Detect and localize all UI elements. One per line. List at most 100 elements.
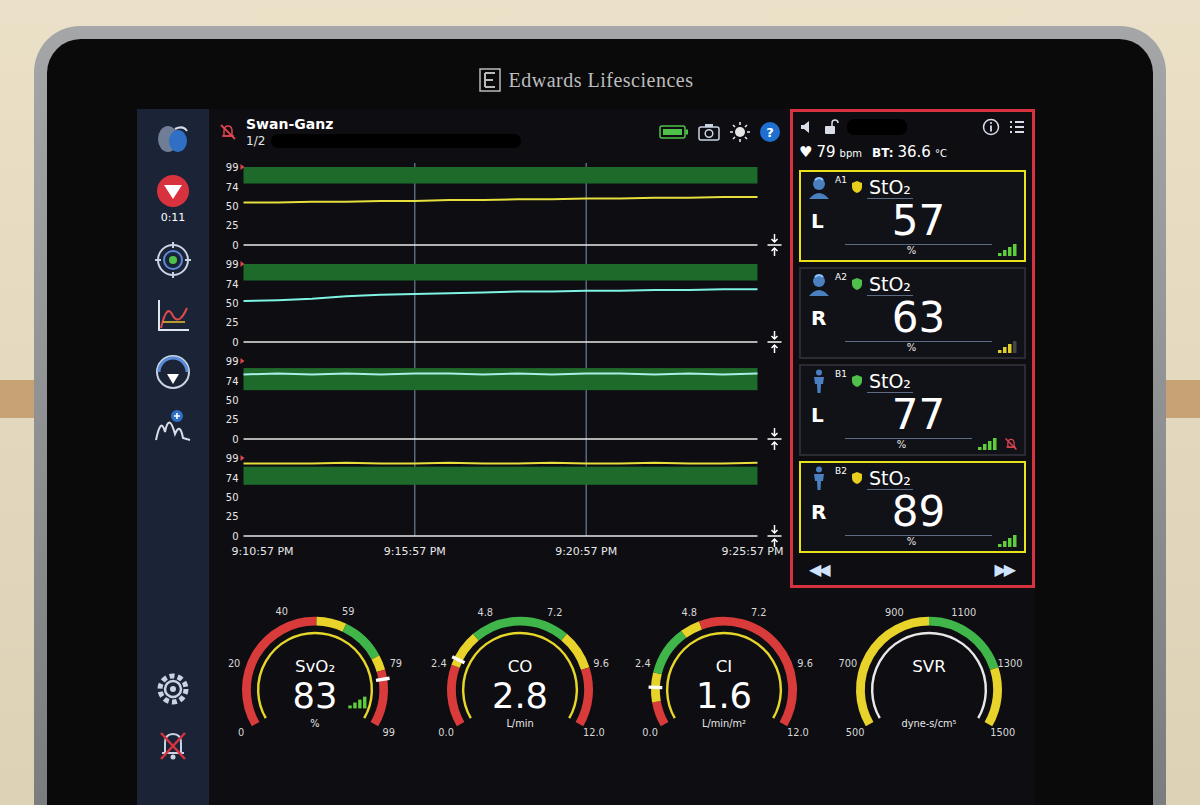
gauge-tick: 2.4 <box>431 659 447 670</box>
gauge-tick: 1100 <box>951 607 976 618</box>
gauge-tick: 7.2 <box>547 607 563 618</box>
signal-quality-icon <box>998 243 1018 257</box>
speaker-icon[interactable] <box>799 119 815 135</box>
help-button[interactable]: ? <box>760 122 780 142</box>
panel-baseline <box>244 244 758 246</box>
gauge-icon[interactable] <box>153 352 193 392</box>
tile-footer: % <box>807 340 1018 354</box>
redacted-text <box>271 134 521 148</box>
brand-logo: Edwards Lifesciences <box>137 39 1035 109</box>
tile-reading: L77 <box>807 393 1018 437</box>
collapse-icon[interactable] <box>768 428 782 450</box>
vitals-row: ♥79bpmBT:36.6°C <box>799 143 1026 165</box>
unlock-icon[interactable] <box>823 119 839 135</box>
parameter-name: StO₂ <box>867 273 913 296</box>
brightness-icon[interactable] <box>729 121 751 143</box>
sto2-tile[interactable]: A1StO₂L57% <box>799 170 1026 262</box>
waveform-icon[interactable] <box>153 408 193 448</box>
temperature-unit: °C <box>935 148 947 159</box>
next-button[interactable]: ▶▶ <box>994 560 1016 579</box>
y-tick: 25 <box>226 414 239 425</box>
y-tick: 74 <box>226 182 239 193</box>
sto2-value: 63 <box>849 296 1018 340</box>
sto2-tile[interactable]: B2StO₂R89% <box>799 461 1026 553</box>
monitor-title: Swan-Ganz <box>246 116 521 132</box>
y-tick: 50 <box>226 201 239 212</box>
unit-label: % <box>907 245 917 256</box>
gauge-tick: 40 <box>276 607 288 618</box>
target-icon[interactable] <box>153 240 193 280</box>
gauge-label: CI <box>716 658 733 677</box>
y-tick: 74 <box>226 473 239 484</box>
sidebar: 0:11 <box>137 109 209 805</box>
gauge-tick: 0.0 <box>643 728 659 739</box>
panel-baseline <box>244 341 758 343</box>
sto2-tile[interactable]: A2StO₂R63% <box>799 267 1026 359</box>
parameter-gauge[interactable]: 0.02.44.87.29.612.0CI1.6L/min/m² <box>626 592 822 767</box>
channel-label: A2 <box>835 272 847 282</box>
parameter-gauge[interactable]: 0.02.44.87.29.612.0CO2.8L/min <box>422 592 618 767</box>
parameter-gauge[interactable]: 500700900110013001500SVRdyne-s/cm⁵ <box>831 592 1027 767</box>
zero-timer[interactable]: 0:11 <box>155 173 191 224</box>
tile-reading: L57 <box>807 199 1018 243</box>
unit-label: % <box>907 536 917 547</box>
limit-marker-icon <box>241 455 245 461</box>
sto2-value: 77 <box>849 393 1018 437</box>
body-sensor-icon <box>807 369 831 393</box>
gauge-inner-arc <box>463 633 577 718</box>
page-indicator: 1/2 <box>246 134 265 148</box>
menu-list-icon[interactable] <box>1008 118 1026 136</box>
gauge-zone <box>376 658 381 671</box>
y-tick: 50 <box>226 298 239 309</box>
channel-label: B2 <box>835 466 847 476</box>
alarm-silenced-icon <box>219 123 237 141</box>
trend-line <box>244 197 758 203</box>
collapse-icon[interactable] <box>768 525 782 547</box>
battery-icon <box>659 124 689 140</box>
trend-chart: 9974502509974502509974502509974502509:10… <box>209 155 790 575</box>
collapse-icon[interactable] <box>768 234 782 256</box>
shield-icon <box>851 180 863 194</box>
temp-label: BT: <box>872 146 893 160</box>
limit-marker-icon <box>241 261 245 267</box>
y-tick: 0 <box>232 240 238 251</box>
parameter-gauge[interactable]: 02040597999SvO₂83% <box>217 592 413 767</box>
alarm-silence-icon[interactable] <box>153 725 193 765</box>
limit-marker-icon <box>241 164 245 170</box>
target-band <box>244 467 758 485</box>
signal-quality-icon <box>998 534 1018 548</box>
tile-header: A1StO₂ <box>807 175 1018 199</box>
body-sensor-icon <box>807 466 831 490</box>
brand-mark-icon <box>479 68 501 92</box>
y-tick: 99 <box>226 356 239 367</box>
y-tick: 25 <box>226 220 239 231</box>
unit-label: % <box>907 342 917 353</box>
gauge-zone <box>451 667 460 725</box>
previous-button[interactable]: ◀◀ <box>809 560 831 579</box>
trend-line <box>244 289 758 301</box>
camera-icon[interactable] <box>698 123 720 141</box>
unit-rule: % <box>845 535 992 547</box>
info-icon[interactable] <box>982 118 1000 136</box>
collapse-icon[interactable] <box>768 331 782 353</box>
tile-footer: % <box>807 243 1018 257</box>
gauge-zone <box>317 622 345 629</box>
gauge-tick: 59 <box>342 607 354 618</box>
side-label: R <box>807 500 849 524</box>
target-band <box>244 167 758 184</box>
y-tick: 74 <box>226 279 239 290</box>
gauge-tick: 1500 <box>990 728 1015 739</box>
monitoring-mode-icon[interactable] <box>153 121 193 157</box>
subtitle-row: 1/2 <box>246 134 521 148</box>
sto2-value: 89 <box>849 490 1018 534</box>
settings-gear-icon[interactable] <box>153 669 193 709</box>
gauge-value: 2.8 <box>492 676 548 717</box>
gauge-zone <box>345 628 376 658</box>
gauge-value: 83 <box>293 676 338 717</box>
trend-panel: 997450250 <box>226 356 782 450</box>
head-sensor-icon <box>807 175 831 199</box>
gauge-unit: L/min/m² <box>702 718 746 729</box>
trend-chart-icon[interactable] <box>153 296 193 336</box>
heart-glyph: ♥ <box>799 143 812 161</box>
sto2-tile[interactable]: B1StO₂L77% <box>799 364 1026 456</box>
